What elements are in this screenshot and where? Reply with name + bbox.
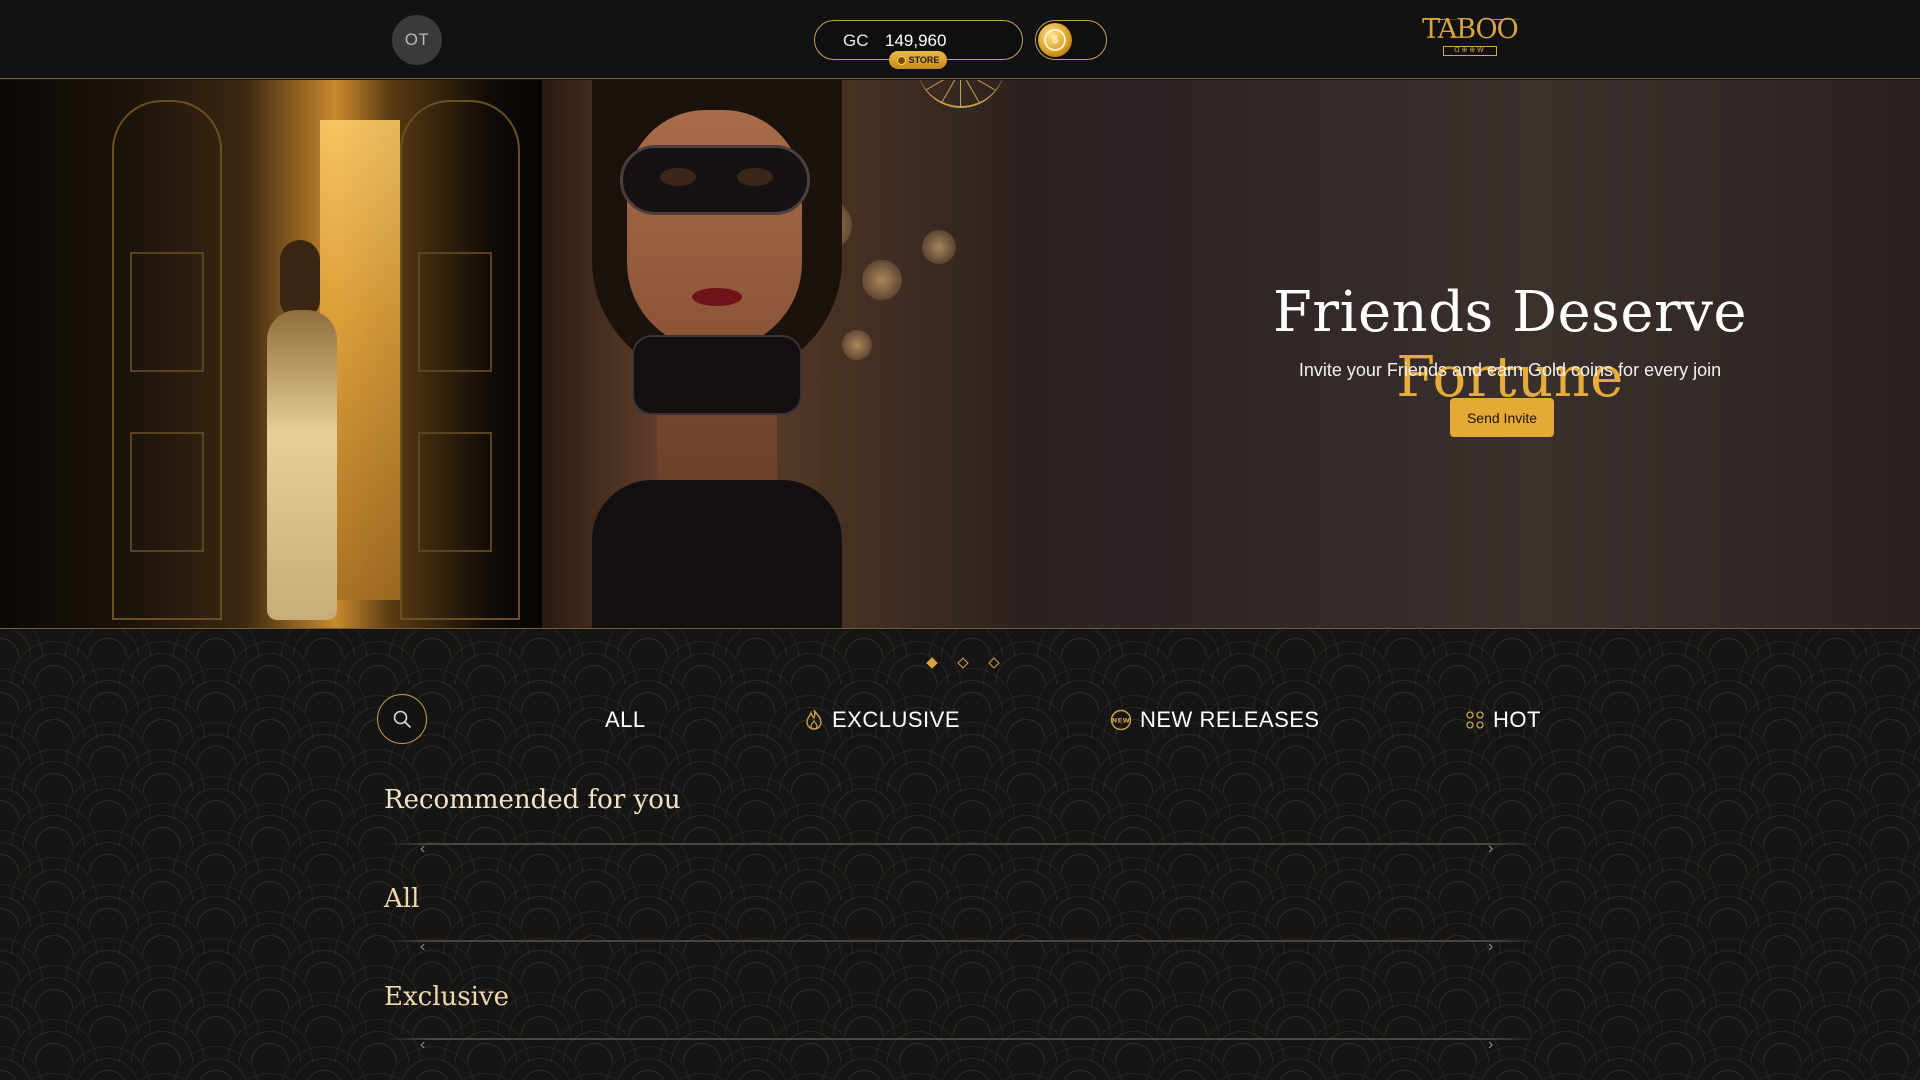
hero-title-white: Friends Deserve	[1272, 280, 1748, 345]
content-background	[0, 630, 1920, 1080]
gold-coin-icon: $	[1038, 23, 1072, 57]
new-badge-icon: NEW	[1110, 709, 1132, 731]
hero-subtitle: Invite your Friends and earn Gold coins …	[1298, 360, 1722, 380]
chevron-left-icon[interactable]: ‹	[420, 1037, 434, 1053]
balance-amount: 149,960	[885, 31, 947, 50]
chevron-right-icon[interactable]: ›	[1488, 841, 1502, 857]
art-deco-door	[112, 100, 222, 620]
logo-sub: ᗡ⊕⊕Ꮃ	[1443, 46, 1497, 56]
section-title-all: All	[384, 884, 420, 914]
svg-text:NEW: NEW	[1112, 717, 1131, 725]
flame-icon	[806, 709, 822, 730]
carousel-rail	[384, 1038, 1536, 1040]
tab-exclusive-label: EXCLUSIVE	[832, 707, 960, 732]
tab-new-releases-label: NEW RELEASES	[1140, 707, 1320, 732]
carousel-dots	[918, 657, 1000, 671]
cards-icon	[1466, 711, 1484, 729]
tab-hot-label: HOT	[1493, 707, 1541, 732]
chevron-left-icon[interactable]: ‹	[420, 939, 434, 955]
tab-all-label: ALL	[605, 707, 646, 732]
masquerade-mask	[620, 145, 810, 215]
coin-icon	[896, 55, 906, 65]
user-avatar[interactable]: OT	[392, 15, 442, 65]
section-title-recommended: Recommended for you	[384, 785, 681, 815]
carousel-rail	[384, 940, 1536, 942]
carousel-dot-3[interactable]	[988, 657, 1000, 669]
currency-toggle[interactable]: $	[1035, 20, 1107, 60]
chevron-right-icon[interactable]: ›	[1488, 1037, 1502, 1053]
tab-exclusive[interactable]: EXCLUSIVE	[804, 705, 960, 735]
carousel-rail	[384, 843, 1536, 845]
taboo-logo[interactable]: TABOO ᗡ⊕⊕Ꮃ	[1418, 14, 1522, 62]
hero-banner: Friends Deserve Fortune Invite your Frie…	[0, 80, 1920, 629]
carousel-dot-1[interactable]	[926, 657, 938, 669]
chevron-left-icon[interactable]: ‹	[420, 841, 434, 857]
woman-figure	[245, 240, 340, 620]
hero-image-masked-woman	[542, 80, 1012, 628]
store-label: STORE	[908, 55, 940, 65]
search-button[interactable]	[377, 694, 427, 744]
balance-currency: GC	[843, 31, 869, 50]
masked-woman	[592, 80, 842, 628]
hero-image-doorway	[0, 80, 542, 628]
tab-all[interactable]: ALL	[605, 705, 646, 735]
section-title-exclusive: Exclusive	[384, 982, 509, 1012]
carousel-dot-2[interactable]	[957, 657, 969, 669]
logo-rule	[1420, 19, 1520, 20]
top-bar: OT GC 149,960 STORE $ TABOO ᗡ⊕⊕Ꮃ	[0, 0, 1920, 79]
store-button[interactable]: STORE	[889, 51, 947, 69]
send-invite-button[interactable]: Send Invite	[1450, 398, 1554, 437]
chevron-right-icon[interactable]: ›	[1488, 939, 1502, 955]
hero-title: Friends Deserve Fortune	[1160, 280, 1860, 410]
tab-new-releases[interactable]: NEW NEW RELEASES	[1110, 705, 1320, 735]
search-icon	[393, 710, 411, 728]
art-deco-door-right	[400, 100, 520, 620]
tab-hot[interactable]: HOT	[1465, 705, 1541, 735]
